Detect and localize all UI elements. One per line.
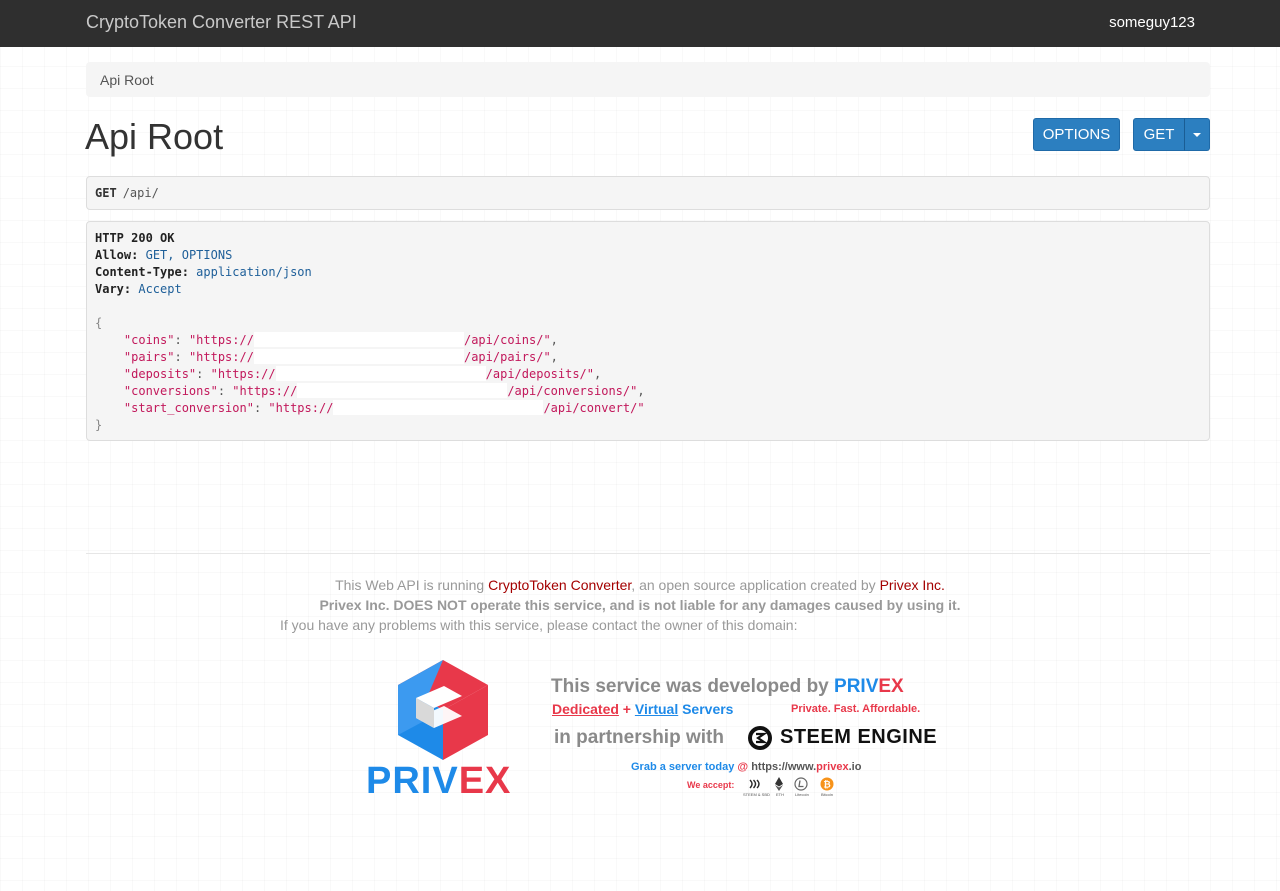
footer-contact: If you have any problems with this servi… xyxy=(280,617,798,633)
partnership-text: in partnership with xyxy=(554,727,724,748)
developed-by: This service was developed by PRIVEX xyxy=(551,676,904,698)
json-comma: , xyxy=(550,350,558,364)
steem-coin-icon xyxy=(749,779,760,789)
developed-priv: PRIV xyxy=(834,676,879,697)
grab-url-tld[interactable]: .io xyxy=(849,761,862,773)
ethereum-icon xyxy=(775,777,783,791)
cryptotoken-link[interactable]: CryptoToken Converter xyxy=(488,577,631,593)
page-title: Api Root xyxy=(85,116,224,157)
footer-disclaimer: Privex Inc. DOES NOT operate this servic… xyxy=(319,597,961,613)
footer-text: This Web API is running xyxy=(335,577,489,593)
developed-text: This service was developed by xyxy=(551,676,835,697)
json-url-link[interactable]: /api/pairs/" xyxy=(464,350,551,364)
json-comma: , xyxy=(550,333,558,347)
response-status: HTTP 200 OK xyxy=(95,231,175,245)
svg-text:₿: ₿ xyxy=(823,780,830,791)
json-url-prefix: "https:// xyxy=(268,401,334,415)
user-menu[interactable]: someguy123 xyxy=(1109,14,1195,31)
navbar: CryptoToken Converter REST API someguy12… xyxy=(0,0,1280,47)
redacted-domain xyxy=(297,383,508,398)
breadcrumb: Api Root xyxy=(86,62,1210,97)
json-url-link[interactable]: /api/convert/" xyxy=(543,401,644,415)
coin-label: ETH xyxy=(776,792,784,797)
options-button[interactable]: OPTIONS xyxy=(1033,118,1120,151)
json-close-brace: } xyxy=(95,418,103,432)
response-info: HTTP 200 OK Allow: GET, OPTIONS Content-… xyxy=(86,221,1210,441)
coin-label: Litecoin xyxy=(795,792,809,797)
steem-engine-wordmark: STEEM ENGINE xyxy=(780,726,938,748)
header-value: Accept xyxy=(138,282,182,296)
redacted-domain xyxy=(253,349,464,364)
dedicated-link[interactable]: Dedicated xyxy=(552,701,619,717)
header-name: Vary: xyxy=(95,282,132,296)
get-format-dropdown[interactable] xyxy=(1184,118,1210,151)
coin-label: STEEM & SBD xyxy=(743,792,770,797)
coin-label: Bitcoin xyxy=(821,792,834,797)
json-key: "deposits" xyxy=(123,367,197,381)
json-comma: , xyxy=(594,367,602,381)
json-url-prefix: "https:// xyxy=(188,333,254,347)
grab-text: Grab a server today xyxy=(631,761,738,773)
privex-wordmark: PRIVEX xyxy=(366,760,511,803)
wordmark-priv: PRIV xyxy=(366,760,459,802)
json-key: "conversions" xyxy=(123,384,218,398)
get-button[interactable]: GET xyxy=(1133,118,1185,151)
request-info: GET/api/ xyxy=(86,176,1210,210)
redacted-domain xyxy=(253,332,464,347)
footer-text: , an open source application created by xyxy=(631,577,880,593)
footer-divider xyxy=(86,553,1210,554)
json-key: "start_conversion" xyxy=(123,401,254,415)
footer-line-1: This Web API is running CryptoToken Conv… xyxy=(0,577,1280,593)
json-url-prefix: "https:// xyxy=(188,350,254,364)
litecoin-icon xyxy=(794,777,808,791)
header-value: GET, OPTIONS xyxy=(145,248,233,262)
privex-link[interactable]: Privex Inc. xyxy=(880,577,945,593)
grab-server: Grab a server today @ https://www.privex… xyxy=(631,761,861,773)
redacted-domain xyxy=(275,366,486,381)
header-name: Content-Type: xyxy=(95,265,189,279)
json-comma: , xyxy=(637,384,645,398)
request-method: GET xyxy=(95,186,117,200)
header-value: application/json xyxy=(196,265,312,279)
request-path: /api/ xyxy=(122,186,159,200)
virtual-link[interactable]: Virtual xyxy=(635,701,678,717)
navbar-brand[interactable]: CryptoToken Converter REST API xyxy=(86,12,357,33)
json-url-link[interactable]: /api/deposits/" xyxy=(486,367,594,381)
json-key: "coins" xyxy=(123,333,175,347)
json-url-link[interactable]: /api/coins/" xyxy=(464,333,551,347)
header-name: Allow: xyxy=(95,248,139,262)
we-accept-label: We accept: xyxy=(687,780,735,790)
wordmark-ex: EX xyxy=(458,760,512,802)
json-url-prefix: "https:// xyxy=(232,384,298,398)
grab-url-domain[interactable]: privex xyxy=(816,761,848,773)
server-types: Dedicated + Virtual Servers xyxy=(552,701,733,717)
grab-url-prefix[interactable]: https://www. xyxy=(751,761,816,773)
developed-ex: EX xyxy=(878,676,904,697)
redacted-domain xyxy=(333,400,544,415)
steem-engine-icon xyxy=(748,726,772,750)
bitcoin-icon: ₿ xyxy=(820,777,834,791)
json-url-link[interactable]: /api/conversions/" xyxy=(507,384,637,398)
json-url-prefix: "https:// xyxy=(210,367,276,381)
breadcrumb-item-api-root[interactable]: Api Root xyxy=(100,72,154,88)
grab-at: @ xyxy=(737,761,752,773)
servers-text: Servers xyxy=(678,701,734,717)
plus-text: + xyxy=(618,701,635,717)
caret-down-icon xyxy=(1193,133,1201,137)
json-key: "pairs" xyxy=(123,350,175,364)
json-open-brace: { xyxy=(95,316,103,330)
privex-tagline: Private. Fast. Affordable. xyxy=(791,703,921,715)
